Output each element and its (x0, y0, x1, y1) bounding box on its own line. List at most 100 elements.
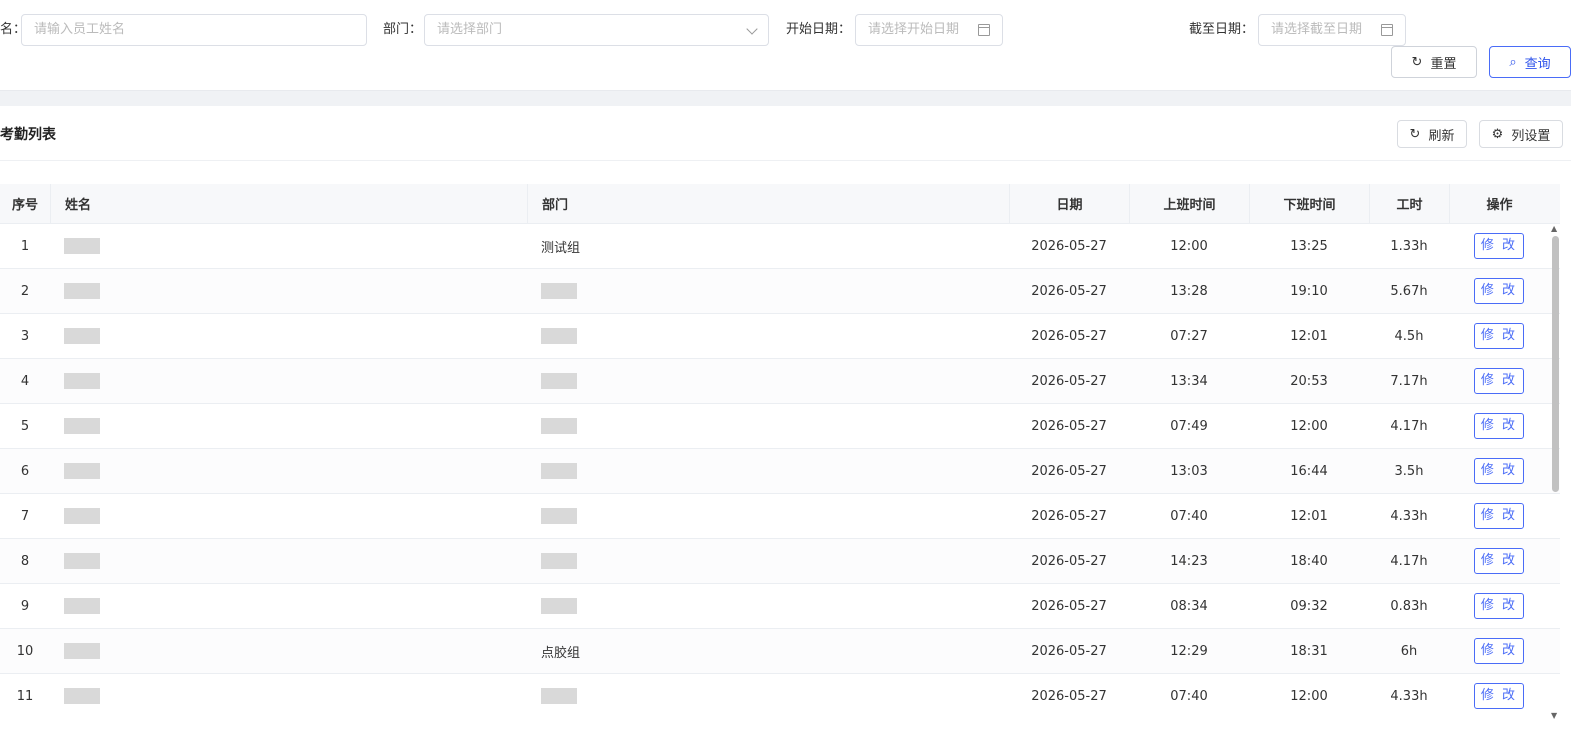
cell-dept: 测试组 (541, 240, 581, 256)
start-date-placeholder: 请选择开始日期 (868, 22, 960, 37)
cell-index: 9 (20, 598, 30, 614)
search-icon: ⌕ (1509, 54, 1517, 70)
start-date-picker[interactable]: 请选择开始日期 (855, 14, 1003, 46)
cell-dept (527, 674, 1009, 716)
cell-dept (527, 314, 1009, 358)
header-clock-out: 下班时间 (1249, 184, 1369, 223)
cell-clock-out: 12:01 (1290, 508, 1328, 524)
cell-index: 3 (20, 328, 30, 344)
cell-index: 4 (20, 373, 30, 389)
name-placeholder: 请输入员工姓名 (34, 22, 126, 37)
cell-actions: 修 改 (1449, 674, 1549, 716)
header-clock-in: 上班时间 (1129, 184, 1249, 223)
cell-clock-out: 12:01 (1290, 328, 1328, 344)
cell-actions: 修 改 (1449, 494, 1549, 538)
refresh-button[interactable]: ↻ 刷新 (1397, 120, 1467, 148)
cell-name (50, 674, 527, 716)
table-title: 考勤列表 (0, 127, 56, 143)
cell-dept (527, 359, 1009, 403)
edit-button[interactable]: 修 改 (1473, 413, 1525, 439)
cell-clock-in: 14:23 (1170, 553, 1208, 569)
cell-index: 10 (16, 643, 34, 659)
end-date-label: 截至日期： (1189, 22, 1255, 37)
redacted-text (64, 373, 100, 389)
redacted-text (541, 328, 577, 344)
cell-date: 2026-05-27 (1031, 283, 1107, 299)
scrollbar[interactable]: ▲ ▼ (1550, 224, 1560, 720)
cell-hours: 6h (1400, 643, 1418, 659)
scrollbar-thumb[interactable] (1552, 236, 1559, 492)
edit-button[interactable]: 修 改 (1473, 323, 1525, 349)
table-row: 7 2026-05-27 07:40 12:01 4.33h 修 改 (0, 494, 1560, 539)
table-row: 9 2026-05-27 08:34 09:32 0.83h 修 改 (0, 584, 1560, 629)
edit-button[interactable]: 修 改 (1473, 368, 1525, 394)
start-date-label: 开始日期： (786, 22, 852, 37)
cell-clock-in: 13:34 (1170, 373, 1208, 389)
header-dept: 部门 (527, 184, 1009, 223)
cell-hours: 3.5h (1394, 463, 1424, 479)
cell-clock-out: 16:44 (1290, 463, 1328, 479)
redacted-text (541, 463, 577, 479)
cell-clock-out: 18:40 (1290, 553, 1328, 569)
column-settings-button[interactable]: ⚙ 列设置 (1479, 120, 1563, 148)
reset-button[interactable]: ↻ 重置 (1391, 46, 1477, 78)
cell-clock-in: 13:28 (1170, 283, 1208, 299)
cell-dept (527, 449, 1009, 493)
scroll-up-icon[interactable]: ▲ (1551, 224, 1557, 233)
header-date: 日期 (1009, 184, 1129, 223)
cell-date: 2026-05-27 (1031, 373, 1107, 389)
edit-button[interactable]: 修 改 (1473, 458, 1525, 484)
reset-icon: ↻ (1411, 54, 1423, 70)
cell-clock-in: 07:40 (1170, 508, 1208, 524)
search-panel: 名： 请输入员工姓名 部门： 请选择部门 开始日期： 请选择开始日期 截至日期：… (0, 0, 1571, 91)
cell-dept (527, 269, 1009, 313)
cell-name (50, 539, 527, 583)
query-button[interactable]: ⌕ 查询 (1489, 46, 1571, 78)
end-date-picker[interactable]: 请选择截至日期 (1258, 14, 1406, 46)
cell-clock-out: 13:25 (1290, 238, 1328, 254)
cell-clock-out: 19:10 (1290, 283, 1328, 299)
dept-select[interactable]: 请选择部门 (424, 14, 769, 46)
cell-hours: 4.5h (1394, 328, 1424, 344)
table-row: 5 2026-05-27 07:49 12:00 4.17h 修 改 (0, 404, 1560, 449)
end-date-placeholder: 请选择截至日期 (1271, 22, 1363, 37)
cell-actions: 修 改 (1449, 359, 1549, 403)
edit-button[interactable]: 修 改 (1473, 638, 1525, 664)
cell-clock-out: 18:31 (1290, 643, 1328, 659)
cell-actions: 修 改 (1449, 224, 1549, 268)
redacted-text (541, 373, 577, 389)
edit-button[interactable]: 修 改 (1473, 278, 1525, 304)
redacted-text (64, 553, 100, 569)
redacted-text (64, 418, 100, 434)
redacted-text (64, 328, 100, 344)
column-settings-label: 列设置 (1511, 128, 1551, 144)
cell-actions: 修 改 (1449, 449, 1549, 493)
cell-date: 2026-05-27 (1031, 688, 1107, 704)
table-header: 序号 姓名 部门 日期 上班时间 下班时间 工时 操作 (0, 184, 1560, 224)
gear-icon: ⚙ (1491, 126, 1504, 142)
query-label: 查询 (1524, 56, 1551, 72)
dept-label: 部门： (383, 22, 423, 37)
refresh-label: 刷新 (1428, 128, 1455, 144)
table-row: 3 2026-05-27 07:27 12:01 4.5h 修 改 (0, 314, 1560, 359)
calendar-icon (978, 24, 990, 36)
edit-button[interactable]: 修 改 (1473, 593, 1525, 619)
cell-dept (527, 404, 1009, 448)
header-actions: 操作 (1449, 184, 1549, 223)
edit-button[interactable]: 修 改 (1473, 683, 1525, 709)
cell-clock-out: 12:00 (1290, 418, 1328, 434)
cell-hours: 4.17h (1390, 418, 1428, 434)
edit-button[interactable]: 修 改 (1473, 233, 1525, 259)
cell-date: 2026-05-27 (1031, 508, 1107, 524)
redacted-text (64, 598, 100, 614)
cell-date: 2026-05-27 (1031, 328, 1107, 344)
table-row: 4 2026-05-27 13:34 20:53 7.17h 修 改 (0, 359, 1560, 404)
edit-button[interactable]: 修 改 (1473, 548, 1525, 574)
edit-button[interactable]: 修 改 (1473, 503, 1525, 529)
name-input[interactable]: 请输入员工姓名 (21, 14, 367, 46)
cell-dept (527, 494, 1009, 538)
cell-actions: 修 改 (1449, 269, 1549, 313)
cell-index: 2 (20, 283, 30, 299)
scroll-down-icon[interactable]: ▼ (1551, 711, 1557, 720)
cell-dept (527, 584, 1009, 628)
